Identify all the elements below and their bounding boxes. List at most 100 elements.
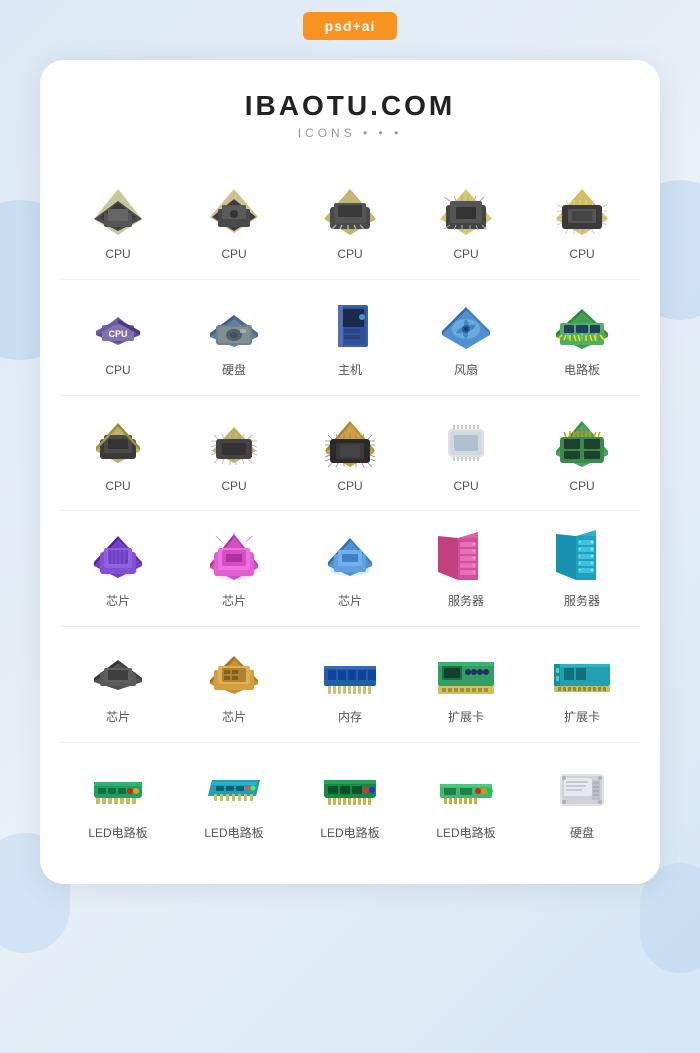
row-divider-3 xyxy=(60,510,640,511)
cpu8-icon xyxy=(198,410,270,470)
cpu8-label: CPU xyxy=(221,478,246,495)
server2-icon xyxy=(546,525,618,585)
svg-text:CPU: CPU xyxy=(108,329,127,339)
icon-cell-hdd2[interactable]: 硬盘 xyxy=(524,747,640,854)
extcard1-label: 扩展卡 xyxy=(448,709,484,726)
cpu10-label: CPU xyxy=(453,478,478,495)
board1-icon xyxy=(546,294,618,354)
icon-showcase-card: IBAOTU.COM ICONS CPU xyxy=(40,60,660,884)
cpu5-label: CPU xyxy=(569,246,594,263)
icon-cell-cpu7[interactable]: CPU xyxy=(60,400,176,507)
ram-label: 内存 xyxy=(338,709,362,726)
icon-cell-cpu3[interactable]: CPU xyxy=(292,168,408,275)
icon-cell-led4[interactable]: LED电路板 xyxy=(408,747,524,854)
led1-label: LED电路板 xyxy=(88,825,147,842)
chip5-label: 芯片 xyxy=(222,709,246,726)
chip5-icon xyxy=(198,641,270,701)
icon-cell-cpu10[interactable]: CPU xyxy=(408,400,524,507)
icon-cell-led3[interactable]: LED电路板 xyxy=(292,747,408,854)
hdd2-label: 硬盘 xyxy=(570,825,594,842)
extcard2-label: 扩展卡 xyxy=(564,709,600,726)
cpu3-label: CPU xyxy=(337,246,362,263)
mainpc-label: 主机 xyxy=(338,362,362,379)
icon-cell-chip5[interactable]: 芯片 xyxy=(176,631,292,738)
fan-icon xyxy=(430,294,502,354)
format-badge: psd+ai xyxy=(303,12,398,40)
cpu11-icon xyxy=(546,410,618,470)
row-divider-4 xyxy=(60,626,640,627)
icon-cell-chip1[interactable]: 芯片 xyxy=(60,515,176,622)
cpu7-icon xyxy=(82,410,154,470)
led3-label: LED电路板 xyxy=(320,825,379,842)
led4-label: LED电路板 xyxy=(436,825,495,842)
icon-cell-chip3[interactable]: 芯片 xyxy=(292,515,408,622)
chip3-label: 芯片 xyxy=(338,593,362,610)
icon-cell-led1[interactable]: LED电路板 xyxy=(60,747,176,854)
led2-label: LED电路板 xyxy=(204,825,263,842)
extcard2-icon xyxy=(546,641,618,701)
hdd1-label: 硬盘 xyxy=(222,362,246,379)
led4-icon xyxy=(430,757,502,817)
chip2-label: 芯片 xyxy=(222,593,246,610)
icon-cell-ram[interactable]: 内存 xyxy=(292,631,408,738)
cpu1-icon xyxy=(82,178,154,238)
icon-cell-hdd1[interactable]: 硬盘 xyxy=(176,284,292,391)
cpu6-label: CPU xyxy=(105,362,130,379)
server2-label: 服务器 xyxy=(564,593,600,610)
hdd2-icon xyxy=(546,757,618,817)
icon-cell-extcard1[interactable]: 扩展卡 xyxy=(408,631,524,738)
mainpc-icon xyxy=(314,294,386,354)
cpu9-icon xyxy=(314,410,386,470)
icon-cell-extcard2[interactable]: 扩展卡 xyxy=(524,631,640,738)
cpu2-icon xyxy=(198,178,270,238)
icon-cell-cpu6[interactable]: CPU CPU xyxy=(60,284,176,391)
cpu6-icon: CPU xyxy=(82,294,154,354)
chip4-icon xyxy=(82,641,154,701)
cpu2-label: CPU xyxy=(221,246,246,263)
chip1-label: 芯片 xyxy=(106,593,130,610)
led1-icon xyxy=(82,757,154,817)
row-divider-5 xyxy=(60,742,640,743)
icon-cell-mainpc[interactable]: 主机 xyxy=(292,284,408,391)
chip2-icon xyxy=(198,525,270,585)
cpu3-icon xyxy=(314,178,386,238)
cpu7-label: CPU xyxy=(105,478,130,495)
icon-cell-cpu8[interactable]: CPU xyxy=(176,400,292,507)
icon-cell-server1[interactable]: 服务器 xyxy=(408,515,524,622)
icon-cell-led2[interactable]: LED电路板 xyxy=(176,747,292,854)
cpu11-label: CPU xyxy=(569,478,594,495)
icon-cell-cpu4[interactable]: CPU xyxy=(408,168,524,275)
ram-icon xyxy=(314,641,386,701)
cpu10-icon xyxy=(430,410,502,470)
hdd1-icon xyxy=(198,294,270,354)
cpu4-label: CPU xyxy=(453,246,478,263)
board1-label: 电路板 xyxy=(564,362,600,379)
cpu4-icon xyxy=(430,178,502,238)
icon-grid: CPU CPU xyxy=(60,168,640,854)
card-subtitle: ICONS xyxy=(60,126,640,140)
chip1-icon xyxy=(82,525,154,585)
icon-cell-chip4[interactable]: 芯片 xyxy=(60,631,176,738)
icon-cell-server2[interactable]: 服务器 xyxy=(524,515,640,622)
cpu1-label: CPU xyxy=(105,246,130,263)
chip4-label: 芯片 xyxy=(106,709,130,726)
chip3-icon xyxy=(314,525,386,585)
icon-cell-cpu1[interactable]: CPU xyxy=(60,168,176,275)
icon-cell-cpu9[interactable]: CPU xyxy=(292,400,408,507)
cpu9-label: CPU xyxy=(337,478,362,495)
icon-cell-cpu5[interactable]: CPU xyxy=(524,168,640,275)
server1-icon xyxy=(430,525,502,585)
fan-label: 风扇 xyxy=(454,362,478,379)
cpu5-icon xyxy=(546,178,618,238)
site-title: IBAOTU.COM xyxy=(60,90,640,122)
icon-cell-board1[interactable]: 电路板 xyxy=(524,284,640,391)
led2-icon xyxy=(198,757,270,817)
server1-label: 服务器 xyxy=(448,593,484,610)
led3-icon xyxy=(314,757,386,817)
icon-cell-cpu2[interactable]: CPU xyxy=(176,168,292,275)
icon-cell-cpu11[interactable]: CPU xyxy=(524,400,640,507)
icon-cell-fan[interactable]: 风扇 xyxy=(408,284,524,391)
extcard1-icon xyxy=(430,641,502,701)
row-divider-1 xyxy=(60,279,640,280)
icon-cell-chip2[interactable]: 芯片 xyxy=(176,515,292,622)
